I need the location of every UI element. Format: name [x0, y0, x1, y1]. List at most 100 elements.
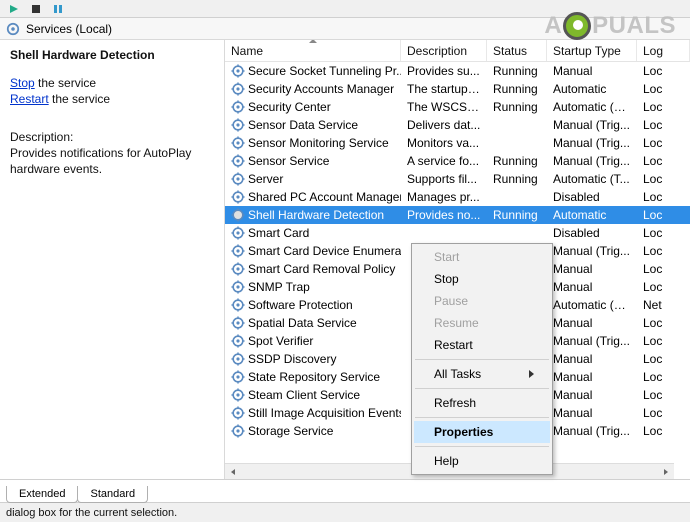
toolbar — [0, 0, 690, 18]
col-startup[interactable]: Startup Type — [547, 40, 637, 61]
service-name-cell: Still Image Acquisition Events — [225, 405, 401, 421]
service-row[interactable]: Security CenterThe WSCSV...RunningAutoma… — [225, 98, 690, 116]
menu-separator — [415, 359, 549, 360]
service-log-cell: Loc — [637, 243, 690, 259]
service-name-cell: SNMP Trap — [225, 279, 401, 295]
service-startup-cell: Manual — [547, 351, 637, 367]
gear-icon — [6, 22, 20, 36]
service-row[interactable]: Sensor ServiceA service fo...RunningManu… — [225, 152, 690, 170]
menu-start: Start — [414, 246, 550, 268]
service-startup-cell: Manual (Trig... — [547, 117, 637, 133]
service-status-cell — [487, 232, 547, 234]
service-status-cell: Running — [487, 81, 547, 97]
service-startup-cell: Automatic (D... — [547, 297, 637, 313]
service-desc-cell — [401, 232, 487, 234]
service-status-cell: Running — [487, 63, 547, 79]
service-row[interactable]: Smart CardDisabledLoc — [225, 224, 690, 242]
header-title: Services (Local) — [26, 22, 112, 36]
service-startup-cell: Manual — [547, 63, 637, 79]
service-startup-cell: Manual — [547, 369, 637, 385]
service-desc-cell: A service fo... — [401, 153, 487, 169]
service-startup-cell: Manual — [547, 261, 637, 277]
menu-separator — [415, 388, 549, 389]
tab-standard[interactable]: Standard — [77, 486, 148, 503]
service-row[interactable]: Shell Hardware DetectionProvides no...Ru… — [225, 206, 690, 224]
service-row[interactable]: ServerSupports fil...RunningAutomatic (T… — [225, 170, 690, 188]
service-name-cell: Steam Client Service — [225, 387, 401, 403]
service-name-cell: Sensor Monitoring Service — [225, 135, 401, 151]
restart-link[interactable]: Restart — [10, 92, 49, 106]
service-startup-cell: Disabled — [547, 189, 637, 205]
menu-pause: Pause — [414, 290, 550, 312]
service-status-cell: Running — [487, 153, 547, 169]
stop-link[interactable]: Stop — [10, 76, 35, 90]
menu-separator — [415, 417, 549, 418]
menu-properties[interactable]: Properties — [414, 421, 550, 443]
col-name[interactable]: Name — [225, 40, 401, 61]
service-desc-cell: Provides su... — [401, 63, 487, 79]
description-label: Description: — [10, 130, 214, 144]
toolbar-play-button[interactable] — [4, 1, 24, 17]
service-row[interactable]: Secure Socket Tunneling Pr...Provides su… — [225, 62, 690, 80]
service-log-cell: Loc — [637, 279, 690, 295]
scroll-left-icon[interactable] — [225, 464, 241, 479]
tab-extended[interactable]: Extended — [6, 486, 78, 503]
service-desc-cell: Manages pr... — [401, 189, 487, 205]
service-desc-cell: The WSCSV... — [401, 99, 487, 115]
service-name-cell: Server — [225, 171, 401, 187]
service-startup-cell: Manual — [547, 315, 637, 331]
service-startup-cell: Manual (Trig... — [547, 153, 637, 169]
menu-separator — [415, 446, 549, 447]
stop-service-line: Stop the service — [10, 76, 214, 90]
service-row[interactable]: Sensor Monitoring ServiceMonitors va...M… — [225, 134, 690, 152]
service-status-cell — [487, 124, 547, 126]
sort-arrow-icon — [309, 40, 317, 43]
service-row[interactable]: Sensor Data ServiceDelivers dat...Manual… — [225, 116, 690, 134]
service-startup-cell: Manual (Trig... — [547, 423, 637, 439]
service-name-cell: Spatial Data Service — [225, 315, 401, 331]
service-log-cell: Loc — [637, 135, 690, 151]
service-log-cell: Loc — [637, 63, 690, 79]
service-status-cell — [487, 142, 547, 144]
service-name-cell: Sensor Data Service — [225, 117, 401, 133]
status-bar: dialog box for the current selection. — [0, 502, 690, 522]
toolbar-stop-button[interactable] — [26, 1, 46, 17]
menu-all-tasks[interactable]: All Tasks — [414, 363, 550, 385]
service-log-cell: Loc — [637, 225, 690, 241]
toolbar-pause-button[interactable] — [48, 1, 68, 17]
service-title: Shell Hardware Detection — [10, 48, 214, 62]
service-startup-cell: Automatic — [547, 81, 637, 97]
col-description[interactable]: Description — [401, 40, 487, 61]
service-name-cell: Secure Socket Tunneling Pr... — [225, 63, 401, 79]
service-startup-cell: Automatic — [547, 207, 637, 223]
main-content: Shell Hardware Detection Stop the servic… — [0, 40, 690, 480]
menu-refresh[interactable]: Refresh — [414, 392, 550, 414]
service-log-cell: Loc — [637, 261, 690, 277]
service-log-cell: Loc — [637, 351, 690, 367]
service-name-cell: Sensor Service — [225, 153, 401, 169]
menu-help[interactable]: Help — [414, 450, 550, 472]
service-log-cell: Net — [637, 297, 690, 313]
service-name-cell: Software Protection — [225, 297, 401, 313]
left-panel: Shell Hardware Detection Stop the servic… — [0, 40, 225, 479]
menu-stop[interactable]: Stop — [414, 268, 550, 290]
scroll-right-icon[interactable] — [658, 464, 674, 479]
service-name-cell: Security Accounts Manager — [225, 81, 401, 97]
service-status-cell: Running — [487, 207, 547, 223]
service-desc-cell: Monitors va... — [401, 135, 487, 151]
service-log-cell: Loc — [637, 171, 690, 187]
service-row[interactable]: Security Accounts ManagerThe startup ...… — [225, 80, 690, 98]
menu-restart[interactable]: Restart — [414, 334, 550, 356]
service-log-cell: Loc — [637, 189, 690, 205]
service-name-cell: Security Center — [225, 99, 401, 115]
context-menu: Start Stop Pause Resume Restart All Task… — [411, 243, 553, 475]
service-startup-cell: Manual — [547, 279, 637, 295]
service-startup-cell: Automatic (T... — [547, 171, 637, 187]
service-startup-cell: Automatic (D... — [547, 99, 637, 115]
service-name-cell: Spot Verifier — [225, 333, 401, 349]
col-log[interactable]: Log — [637, 40, 690, 61]
col-status[interactable]: Status — [487, 40, 547, 61]
service-status-cell: Running — [487, 99, 547, 115]
service-status-cell: Running — [487, 171, 547, 187]
service-row[interactable]: Shared PC Account ManagerManages pr...Di… — [225, 188, 690, 206]
